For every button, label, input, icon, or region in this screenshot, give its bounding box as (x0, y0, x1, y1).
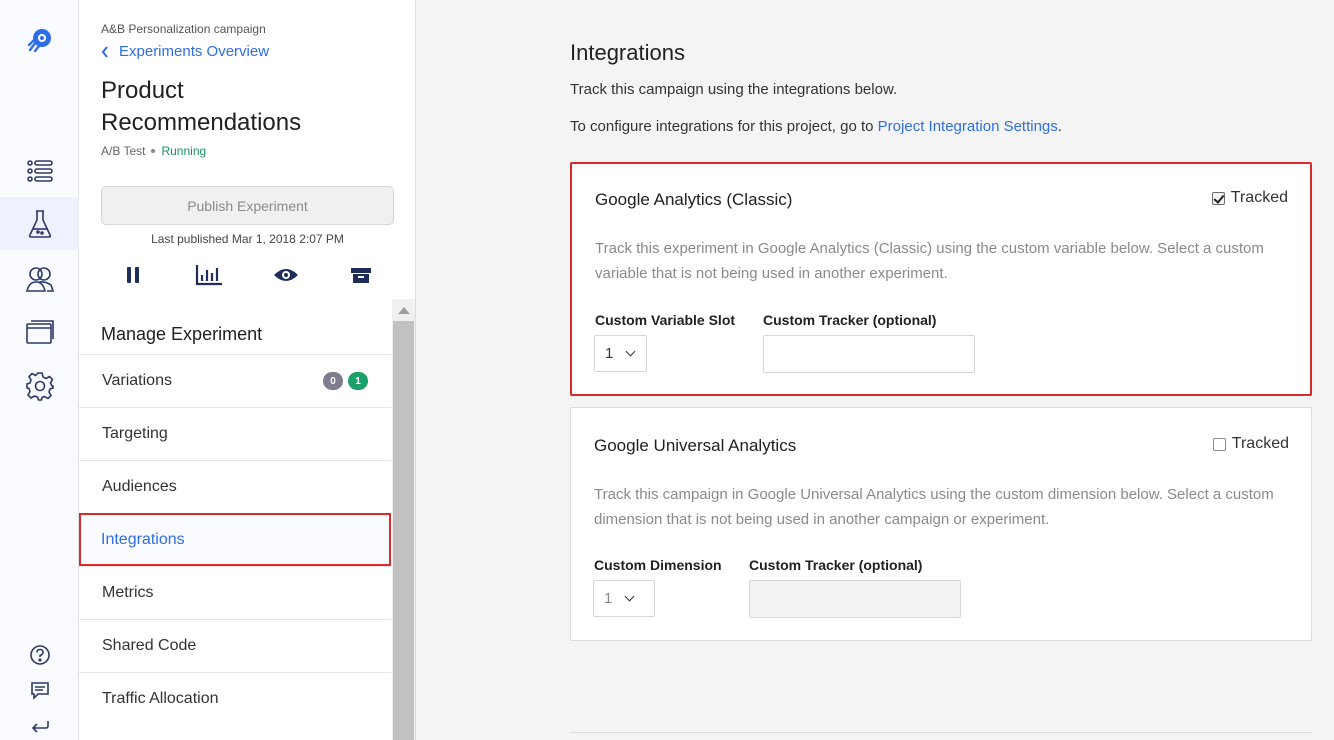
icon-rail (0, 0, 79, 740)
last-published-text: Last published Mar 1, 2018 2:07 PM (151, 232, 344, 246)
tracked-checkbox[interactable] (1212, 437, 1226, 451)
tracked-toggle[interactable]: Tracked (1212, 435, 1289, 453)
custom-variable-slot-label: Custom Variable Slot (595, 312, 736, 328)
custom-tracker-input[interactable] (763, 335, 975, 373)
select-value: 1 (605, 345, 614, 362)
sidebar-item-shared-code[interactable]: Shared Code (79, 619, 391, 672)
card-description: Track this campaign in Google Universal … (594, 486, 1274, 528)
integration-card-ga-classic: Google Analytics (Classic) Tracked Track… (570, 162, 1312, 396)
flask-icon[interactable] (0, 197, 79, 250)
sidebar-item-label: Traffic Allocation (102, 690, 219, 707)
sidebar-item-integrations[interactable]: Integrations (79, 513, 391, 566)
results-chart-icon[interactable] (194, 262, 224, 288)
chevron-left-icon (101, 45, 108, 58)
sidebar-item-traffic-allocation[interactable]: Traffic Allocation (79, 672, 391, 725)
list-icon[interactable] (0, 152, 79, 190)
main-content: Integrations Track this campaign using t… (416, 0, 1334, 740)
integrations-heading: Integrations (570, 40, 685, 65)
integration-card-universal-analytics: Google Universal Analytics Tracked Track… (570, 407, 1312, 641)
experiment-sidebar: A&B Personalization campaign Experiments… (79, 0, 416, 740)
app-window: A&B Personalization campaign Experiments… (0, 0, 1334, 740)
tracked-label: Tracked (1231, 435, 1289, 452)
scrollbar-thumb[interactable] (393, 321, 414, 740)
card-description: Track this experiment in Google Analytic… (595, 240, 1264, 282)
preview-eye-icon[interactable] (271, 262, 301, 288)
custom-tracker-input-disabled (749, 580, 961, 618)
configure-text: To configure integrations for this proje… (570, 118, 1062, 135)
experiment-meta: A/B Test Running (101, 144, 206, 158)
variation-badges: 0 1 (323, 372, 368, 390)
publish-experiment-button[interactable]: Publish Experiment (101, 186, 394, 225)
pause-icon[interactable] (118, 262, 148, 288)
custom-tracker-label: Custom Tracker (optional) (763, 312, 937, 328)
integrations-subtitle: Track this campaign using the integratio… (570, 81, 898, 98)
count-badge: 0 (323, 372, 343, 390)
sidebar-item-label: Variations (102, 372, 172, 389)
count-badge: 1 (348, 372, 368, 390)
custom-dimension-label: Custom Dimension (594, 557, 722, 573)
scroll-up-arrow-icon[interactable] (398, 307, 410, 314)
configure-prefix: To configure integrations for this proje… (570, 118, 878, 135)
card-title: Google Analytics (Classic) (595, 190, 793, 209)
sidebar-scrollbar[interactable] (392, 299, 415, 740)
feedback-icon[interactable] (0, 680, 79, 702)
sidebar-item-label: Integrations (101, 530, 185, 548)
help-icon[interactable] (0, 643, 79, 667)
separator-dot (151, 149, 156, 153)
sidebar-item-label: Audiences (102, 478, 177, 495)
custom-variable-slot-select[interactable]: 1 (594, 335, 647, 372)
windows-icon[interactable] (0, 315, 79, 349)
select-value: 1 (604, 590, 613, 607)
experiment-type: A/B Test (101, 144, 146, 158)
custom-dimension-select[interactable]: 1 (593, 580, 655, 617)
experiments-overview-link[interactable]: Experiments Overview (101, 43, 269, 60)
sidebar-item-metrics[interactable]: Metrics (79, 566, 391, 619)
sidebar-item-label: Shared Code (102, 637, 197, 654)
manage-nav: Variations 0 1 Targeting Audiences Integ… (79, 354, 391, 725)
tracked-checkbox[interactable] (1211, 191, 1225, 205)
sidebar-item-targeting[interactable]: Targeting (79, 407, 391, 460)
exit-icon[interactable] (0, 716, 79, 738)
divider (570, 732, 1312, 733)
chevron-down-icon (624, 591, 635, 602)
sidebar-item-label: Targeting (102, 425, 168, 442)
sidebar-item-variations[interactable]: Variations 0 1 (79, 354, 391, 407)
project-integration-settings-link[interactable]: Project Integration Settings (878, 118, 1058, 135)
settings-icon[interactable] (0, 368, 79, 404)
chevron-down-icon (625, 346, 636, 357)
sidebar-item-audiences[interactable]: Audiences (79, 460, 391, 513)
tracked-label: Tracked (1230, 189, 1288, 206)
archive-icon[interactable] (346, 262, 376, 288)
manage-experiment-heading: Manage Experiment (101, 324, 263, 344)
sidebar-item-label: Metrics (102, 584, 154, 601)
card-title: Google Universal Analytics (594, 436, 797, 455)
tracked-toggle[interactable]: Tracked (1211, 189, 1288, 207)
configure-suffix: . (1057, 118, 1062, 135)
back-link-label: Experiments Overview (119, 43, 270, 60)
experiment-actions (101, 262, 394, 288)
status-badge: Running (161, 144, 207, 158)
campaign-name: A&B Personalization campaign (101, 22, 266, 36)
page-title: Product Recommendations (101, 77, 302, 136)
custom-tracker-label: Custom Tracker (optional) (749, 557, 923, 573)
logo-icon[interactable] (0, 22, 79, 58)
audiences-icon[interactable] (0, 262, 79, 296)
